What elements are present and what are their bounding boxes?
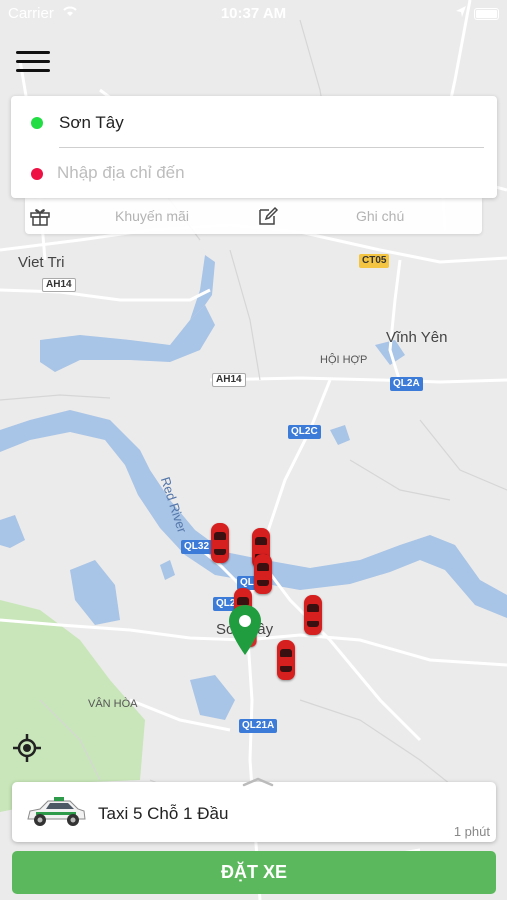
my-location-icon[interactable] [12, 733, 42, 763]
map-label-hoi-hop: HỘI HỢP [320, 354, 368, 366]
vehicle-eta: 1 phút [453, 824, 490, 839]
menu-button[interactable] [16, 48, 52, 76]
status-bar: Carrier 10:37 AM [0, 0, 507, 28]
edit-icon [259, 206, 279, 225]
origin-address[interactable]: Sơn Tây [59, 113, 124, 133]
destination-row[interactable] [11, 147, 497, 197]
note-button[interactable]: Ghi chú [255, 198, 482, 234]
destination-input[interactable] [57, 158, 477, 188]
battery-icon [474, 8, 499, 20]
map-label-van-hoa: VÂN HÒA [88, 698, 138, 710]
car-marker[interactable] [211, 523, 229, 563]
road-shield-ct05: CT05 [359, 254, 390, 268]
promo-label: Khuyến mãi [115, 208, 189, 224]
hamburger-icon [16, 51, 50, 54]
address-card: Sơn Tây [11, 96, 497, 198]
road-shield-ql21a: QL21A [239, 719, 278, 733]
location-arrow-icon [456, 6, 466, 17]
vehicle-name: Taxi 5 Chỗ 1 Đầu [98, 804, 229, 823]
destination-dot-icon [31, 168, 43, 180]
car-marker[interactable] [304, 595, 322, 635]
road-shield-ql32: QL32 [181, 540, 213, 554]
book-ride-button[interactable]: ĐẶT XE [12, 851, 496, 894]
taxi-car-icon [27, 797, 86, 826]
origin-dot-icon [31, 117, 43, 129]
origin-row[interactable]: Sơn Tây [11, 96, 497, 146]
car-marker[interactable] [254, 554, 272, 594]
vehicle-option-card[interactable]: Taxi 5 Chỗ 1 Đầu 1 phút [12, 777, 496, 842]
map-label-viet-tri: Viet Tri [18, 254, 65, 271]
note-label: Ghi chú [356, 208, 405, 224]
road-shield-ql2c: QL2C [288, 425, 321, 439]
car-marker[interactable] [277, 640, 295, 680]
road-shield-ah14: AH14 [212, 373, 246, 387]
gift-icon [30, 209, 50, 226]
road-shield-ql2a: QL2A [390, 377, 423, 391]
options-bar: Khuyến mãi Ghi chú [25, 198, 482, 234]
road-shield-ah14: AH14 [42, 278, 76, 292]
chevron-up-icon[interactable] [240, 774, 276, 788]
map-label-vinh-yen: Vĩnh Yên [386, 329, 448, 346]
status-time: 10:37 AM [220, 5, 287, 22]
promo-button[interactable]: Khuyến mãi [25, 198, 245, 234]
pickup-pin-icon[interactable] [228, 604, 262, 656]
